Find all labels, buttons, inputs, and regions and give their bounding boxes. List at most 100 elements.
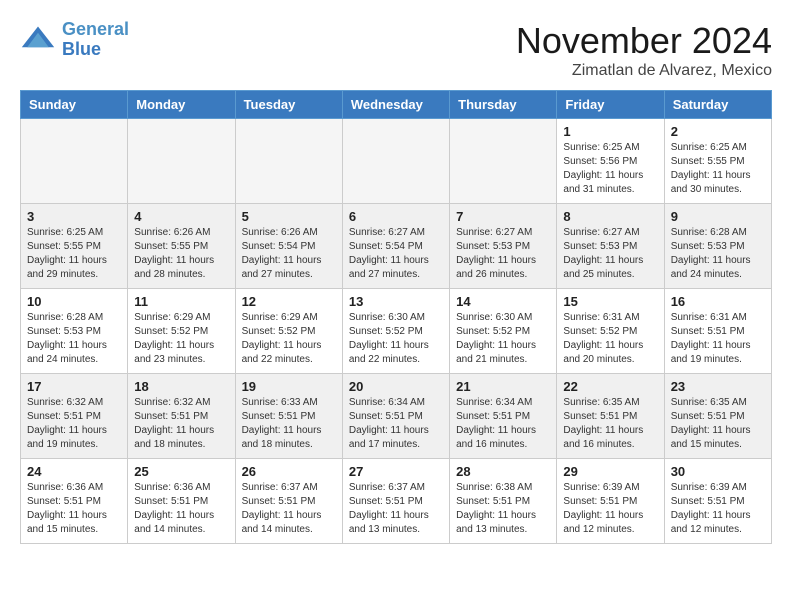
week-row-4: 17 Sunrise: 6:32 AM Sunset: 5:51 PM Dayli… (21, 374, 772, 459)
day-number: 23 (671, 379, 765, 394)
day-cell: 18 Sunrise: 6:32 AM Sunset: 5:51 PM Dayli… (128, 374, 235, 459)
day-info: Sunrise: 6:37 AM Sunset: 5:51 PM Dayligh… (349, 481, 443, 537)
day-cell (128, 119, 235, 204)
day-info: Sunrise: 6:30 AM Sunset: 5:52 PM Dayligh… (349, 311, 443, 367)
week-row-1: 1 Sunrise: 6:25 AM Sunset: 5:56 PM Daylig… (21, 119, 772, 204)
day-number: 8 (563, 209, 657, 224)
day-info: Sunrise: 6:25 AM Sunset: 5:55 PM Dayligh… (671, 141, 765, 197)
day-cell: 25 Sunrise: 6:36 AM Sunset: 5:51 PM Dayli… (128, 459, 235, 544)
day-info: Sunrise: 6:28 AM Sunset: 5:53 PM Dayligh… (671, 226, 765, 282)
day-number: 11 (134, 294, 228, 309)
week-row-3: 10Sunrise: 6:28 AM Sunset: 5:53 PM Dayli… (21, 289, 772, 374)
header-wednesday: Wednesday (342, 91, 449, 119)
day-info: Sunrise: 6:35 AM Sunset: 5:51 PM Dayligh… (563, 396, 657, 452)
day-info: Sunrise: 6:36 AM Sunset: 5:51 PM Dayligh… (134, 481, 228, 537)
day-info: Sunrise: 6:26 AM Sunset: 5:54 PM Dayligh… (242, 226, 336, 282)
day-cell: 4 Sunrise: 6:26 AM Sunset: 5:55 PM Daylig… (128, 204, 235, 289)
day-info: Sunrise: 6:29 AM Sunset: 5:52 PM Dayligh… (134, 311, 228, 367)
day-info: Sunrise: 6:26 AM Sunset: 5:55 PM Dayligh… (134, 226, 228, 282)
header-row: SundayMondayTuesdayWednesdayThursdayFrid… (21, 91, 772, 119)
day-cell: 30 Sunrise: 6:39 AM Sunset: 5:51 PM Dayli… (664, 459, 771, 544)
day-cell: 9Sunrise: 6:28 AM Sunset: 5:53 PM Daylig… (664, 204, 771, 289)
day-info: Sunrise: 6:38 AM Sunset: 5:51 PM Dayligh… (456, 481, 550, 537)
day-info: Sunrise: 6:27 AM Sunset: 5:54 PM Dayligh… (349, 226, 443, 282)
day-cell: 26Sunrise: 6:37 AM Sunset: 5:51 PM Dayli… (235, 459, 342, 544)
title-area: November 2024 Zimatlan de Alvarez, Mexic… (516, 20, 772, 80)
day-info: Sunrise: 6:36 AM Sunset: 5:51 PM Dayligh… (27, 481, 121, 537)
day-number: 29 (563, 464, 657, 479)
day-cell: 22 Sunrise: 6:35 AM Sunset: 5:51 PM Dayli… (557, 374, 664, 459)
day-number: 25 (134, 464, 228, 479)
day-info: Sunrise: 6:28 AM Sunset: 5:53 PM Dayligh… (27, 311, 121, 367)
day-number: 27 (349, 464, 443, 479)
day-info: Sunrise: 6:32 AM Sunset: 5:51 PM Dayligh… (134, 396, 228, 452)
day-info: Sunrise: 6:25 AM Sunset: 5:55 PM Dayligh… (27, 226, 121, 282)
day-cell: 5 Sunrise: 6:26 AM Sunset: 5:54 PM Daylig… (235, 204, 342, 289)
day-number: 28 (456, 464, 550, 479)
day-info: Sunrise: 6:25 AM Sunset: 5:56 PM Dayligh… (563, 141, 657, 197)
page-header: General Blue November 2024 Zimatlan de A… (20, 20, 772, 80)
logo-icon (20, 22, 56, 58)
day-cell: 27 Sunrise: 6:37 AM Sunset: 5:51 PM Dayli… (342, 459, 449, 544)
header-monday: Monday (128, 91, 235, 119)
day-number: 24 (27, 464, 121, 479)
day-info: Sunrise: 6:27 AM Sunset: 5:53 PM Dayligh… (456, 226, 550, 282)
day-number: 4 (134, 209, 228, 224)
day-cell (235, 119, 342, 204)
day-number: 12 (242, 294, 336, 309)
header-sunday: Sunday (21, 91, 128, 119)
day-info: Sunrise: 6:32 AM Sunset: 5:51 PM Dayligh… (27, 396, 121, 452)
day-cell (450, 119, 557, 204)
day-info: Sunrise: 6:31 AM Sunset: 5:51 PM Dayligh… (671, 311, 765, 367)
logo-text: General Blue (62, 20, 129, 60)
day-cell: 29 Sunrise: 6:39 AM Sunset: 5:51 PM Dayli… (557, 459, 664, 544)
day-info: Sunrise: 6:39 AM Sunset: 5:51 PM Dayligh… (671, 481, 765, 537)
week-row-5: 24 Sunrise: 6:36 AM Sunset: 5:51 PM Dayli… (21, 459, 772, 544)
day-cell: 28 Sunrise: 6:38 AM Sunset: 5:51 PM Dayli… (450, 459, 557, 544)
month-title: November 2024 (516, 20, 772, 62)
logo: General Blue (20, 20, 129, 60)
day-cell: 17 Sunrise: 6:32 AM Sunset: 5:51 PM Dayli… (21, 374, 128, 459)
day-cell: 16Sunrise: 6:31 AM Sunset: 5:51 PM Dayli… (664, 289, 771, 374)
header-thursday: Thursday (450, 91, 557, 119)
day-info: Sunrise: 6:30 AM Sunset: 5:52 PM Dayligh… (456, 311, 550, 367)
day-cell: 14Sunrise: 6:30 AM Sunset: 5:52 PM Dayli… (450, 289, 557, 374)
day-cell: 1 Sunrise: 6:25 AM Sunset: 5:56 PM Daylig… (557, 119, 664, 204)
header-friday: Friday (557, 91, 664, 119)
day-number: 18 (134, 379, 228, 394)
day-cell: 15 Sunrise: 6:31 AM Sunset: 5:52 PM Dayli… (557, 289, 664, 374)
day-info: Sunrise: 6:39 AM Sunset: 5:51 PM Dayligh… (563, 481, 657, 537)
day-number: 30 (671, 464, 765, 479)
day-cell: 7Sunrise: 6:27 AM Sunset: 5:53 PM Daylig… (450, 204, 557, 289)
header-saturday: Saturday (664, 91, 771, 119)
day-cell: 11 Sunrise: 6:29 AM Sunset: 5:52 PM Dayli… (128, 289, 235, 374)
day-number: 19 (242, 379, 336, 394)
day-info: Sunrise: 6:31 AM Sunset: 5:52 PM Dayligh… (563, 311, 657, 367)
location: Zimatlan de Alvarez, Mexico (516, 62, 772, 80)
day-number: 5 (242, 209, 336, 224)
day-number: 3 (27, 209, 121, 224)
day-cell (21, 119, 128, 204)
day-number: 15 (563, 294, 657, 309)
day-cell (342, 119, 449, 204)
day-number: 6 (349, 209, 443, 224)
header-tuesday: Tuesday (235, 91, 342, 119)
day-cell: 23Sunrise: 6:35 AM Sunset: 5:51 PM Dayli… (664, 374, 771, 459)
day-cell: 13 Sunrise: 6:30 AM Sunset: 5:52 PM Dayli… (342, 289, 449, 374)
day-number: 13 (349, 294, 443, 309)
day-cell: 8Sunrise: 6:27 AM Sunset: 5:53 PM Daylig… (557, 204, 664, 289)
day-cell: 6 Sunrise: 6:27 AM Sunset: 5:54 PM Daylig… (342, 204, 449, 289)
day-cell: 24 Sunrise: 6:36 AM Sunset: 5:51 PM Dayli… (21, 459, 128, 544)
day-number: 22 (563, 379, 657, 394)
day-cell: 12 Sunrise: 6:29 AM Sunset: 5:52 PM Dayli… (235, 289, 342, 374)
day-number: 17 (27, 379, 121, 394)
day-cell: 10Sunrise: 6:28 AM Sunset: 5:53 PM Dayli… (21, 289, 128, 374)
week-row-2: 3 Sunrise: 6:25 AM Sunset: 5:55 PM Daylig… (21, 204, 772, 289)
day-cell: 3 Sunrise: 6:25 AM Sunset: 5:55 PM Daylig… (21, 204, 128, 289)
day-number: 26 (242, 464, 336, 479)
day-cell: 2Sunrise: 6:25 AM Sunset: 5:55 PM Daylig… (664, 119, 771, 204)
day-info: Sunrise: 6:29 AM Sunset: 5:52 PM Dayligh… (242, 311, 336, 367)
day-cell: 21Sunrise: 6:34 AM Sunset: 5:51 PM Dayli… (450, 374, 557, 459)
day-number: 1 (563, 124, 657, 139)
day-info: Sunrise: 6:34 AM Sunset: 5:51 PM Dayligh… (349, 396, 443, 452)
